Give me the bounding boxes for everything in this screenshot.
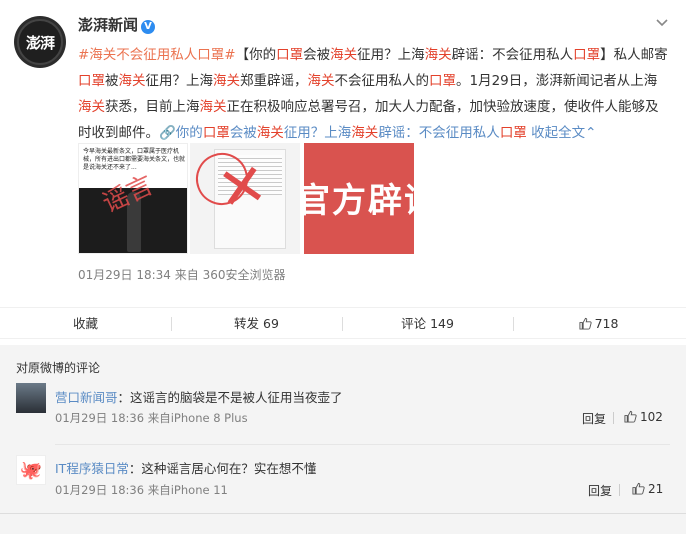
comment-1-meta: 01月29日 18:36 来自iPhone 8 Plus (55, 410, 248, 426)
like-count: 718 (594, 316, 619, 331)
keyword-highlight: 海关 (213, 73, 240, 89)
comment-1-text: 营口新闻哥：这谣言的脑袋是不是被人征用当夜壶了 (55, 387, 343, 406)
repost-label: 转发 (234, 316, 260, 331)
post-image-2[interactable]: ✕ (190, 143, 300, 254)
comment-1-like-button[interactable]: 102 (624, 410, 663, 424)
keyword-highlight: 海关 (307, 73, 335, 89)
action-bar: 收藏 转发 69 评论 149 718 (0, 307, 686, 339)
keyword-highlight: 口罩 (276, 47, 304, 63)
keyword-highlight: 口罩 (202, 125, 230, 141)
post-text: 获悉，目前上海 (105, 99, 200, 115)
keyword-highlight: 海关 (199, 99, 227, 115)
like-button[interactable]: 718 (513, 308, 684, 340)
comment-2-divider (619, 484, 620, 496)
post-text: 征用？上海 (145, 73, 214, 89)
comment-2-like-count: 21 (648, 482, 664, 496)
article-link[interactable]: 🔗你的 (159, 125, 203, 141)
comment-2-avatar[interactable]: 🐙 (16, 455, 46, 485)
comment-2-author[interactable]: IT程序猿日常 (55, 461, 129, 476)
comment-1-source: 来自iPhone 8 Plus (147, 411, 248, 425)
username-text[interactable]: 澎湃新闻 (78, 16, 138, 34)
article-link[interactable]: 征用？上海 (284, 125, 352, 141)
verified-icon: V (141, 20, 156, 34)
post-text: 不会征用私人的 (334, 73, 430, 89)
comment-2-text: IT程序猿日常：这种谣言居心何在？实在想不懂 (55, 458, 316, 477)
comment-2-source: 来自iPhone 11 (147, 483, 228, 497)
keyword-highlight: 海关 (78, 99, 105, 115)
comment-2-reply-button[interactable]: 回复 (588, 482, 612, 499)
thumb-up-icon (632, 482, 645, 495)
comment-2-body: ：这种谣言居心何在？实在想不懂 (128, 461, 317, 476)
avatar[interactable]: 澎湃 (14, 16, 66, 68)
keyword-highlight: 口罩 (573, 47, 601, 63)
keyword-highlight: 海关 (330, 47, 358, 63)
comment-2-time: 01月29日 18:36 (55, 483, 145, 497)
post-source: 来自 360安全浏览器 (174, 268, 286, 282)
post-timestamp[interactable]: 01月29日 18:34 (78, 268, 171, 282)
bottom-divider (0, 513, 686, 514)
favorite-button[interactable]: 收藏 (0, 308, 171, 340)
image-3-banner-text: 官方辟谣 (304, 181, 414, 221)
keyword-highlight: 海关 (351, 125, 379, 141)
keyword-highlight: 口罩 (499, 125, 527, 141)
post-image-3[interactable]: 官方辟谣 (304, 143, 414, 254)
comment-2-meta: 01月29日 18:36 来自iPhone 11 (55, 482, 228, 498)
comments-section: 对原微博的评论 营口新闻哥：这谣言的脑袋是不是被人征用当夜壶了 01月29日 1… (0, 345, 686, 534)
avatar-logo: 澎湃 (17, 19, 63, 65)
keyword-highlight: 口罩 (78, 73, 105, 89)
comment-button[interactable]: 评论 149 (342, 308, 513, 340)
thumb-up-icon (624, 410, 637, 423)
keyword-highlight: 海关 (424, 47, 452, 63)
post-text: 辟谣：不会征用私人 (451, 47, 574, 63)
keyword-highlight: 海关 (256, 125, 284, 141)
post-text: 【你的 (235, 47, 277, 63)
post-text: 。1月29日，澎湃新闻记者从上海 (456, 73, 658, 89)
chevron-down-icon[interactable] (656, 16, 668, 28)
comment-count: 149 (430, 316, 454, 331)
post-text: 会被 (303, 47, 331, 63)
comments-title: 对原微博的评论 (16, 361, 101, 375)
post-text: 郑重辟谣， (240, 73, 308, 89)
post-image-1[interactable]: 今早海关最新条文，口罩属于医疗机械，所有进出口都需要海关条文，也就是说海关还不来… (78, 143, 188, 254)
article-link[interactable]: 辟谣：不会征用私人 (378, 125, 500, 141)
comment-2-like-button[interactable]: 21 (632, 482, 663, 496)
keyword-highlight: 海关 (118, 73, 146, 89)
keyword-highlight: 口罩 (429, 73, 456, 89)
comment-divider (55, 444, 670, 445)
comment-1-body: ：这谣言的脑袋是不是被人征用当夜壶了 (117, 390, 343, 405)
comment-1-time: 01月29日 18:36 (55, 411, 145, 425)
post-text: 】私人邮寄 (600, 47, 668, 63)
comment-1-divider (613, 412, 614, 424)
username[interactable]: 澎湃新闻 V (78, 14, 156, 35)
post-text: 被 (105, 73, 119, 89)
comment-1-avatar[interactable] (16, 383, 46, 413)
favorite-label: 收藏 (72, 316, 98, 331)
thumb-up-icon (579, 317, 592, 330)
comment-1-reply-button[interactable]: 回复 (582, 410, 606, 427)
repost-count: 69 (263, 316, 279, 331)
weibo-post: 澎湃 澎湃新闻 V #海关不会征用私人口罩#【你的口罩会被海关征用？上海海关辟谣：… (0, 0, 686, 306)
article-link[interactable]: 收起全文 (527, 125, 585, 141)
comment-label: 评论 (401, 316, 427, 331)
post-content: #海关不会征用私人口罩#【你的口罩会被海关征用？上海海关辟谣：不会征用私人口罩】… (78, 42, 668, 146)
repost-button[interactable]: 转发 69 (171, 308, 342, 340)
post-meta: 01月29日 18:34 来自 360安全浏览器 (78, 266, 286, 283)
post-text: 征用？上海 (357, 47, 425, 63)
hashtag-link[interactable]: #海关不会征用私人口罩# (78, 47, 236, 63)
article-link[interactable]: 会被 (230, 125, 257, 141)
article-link[interactable]: ⌃ (585, 125, 596, 141)
comment-1-author[interactable]: 营口新闻哥 (55, 390, 118, 405)
comment-1-like-count: 102 (640, 410, 663, 424)
